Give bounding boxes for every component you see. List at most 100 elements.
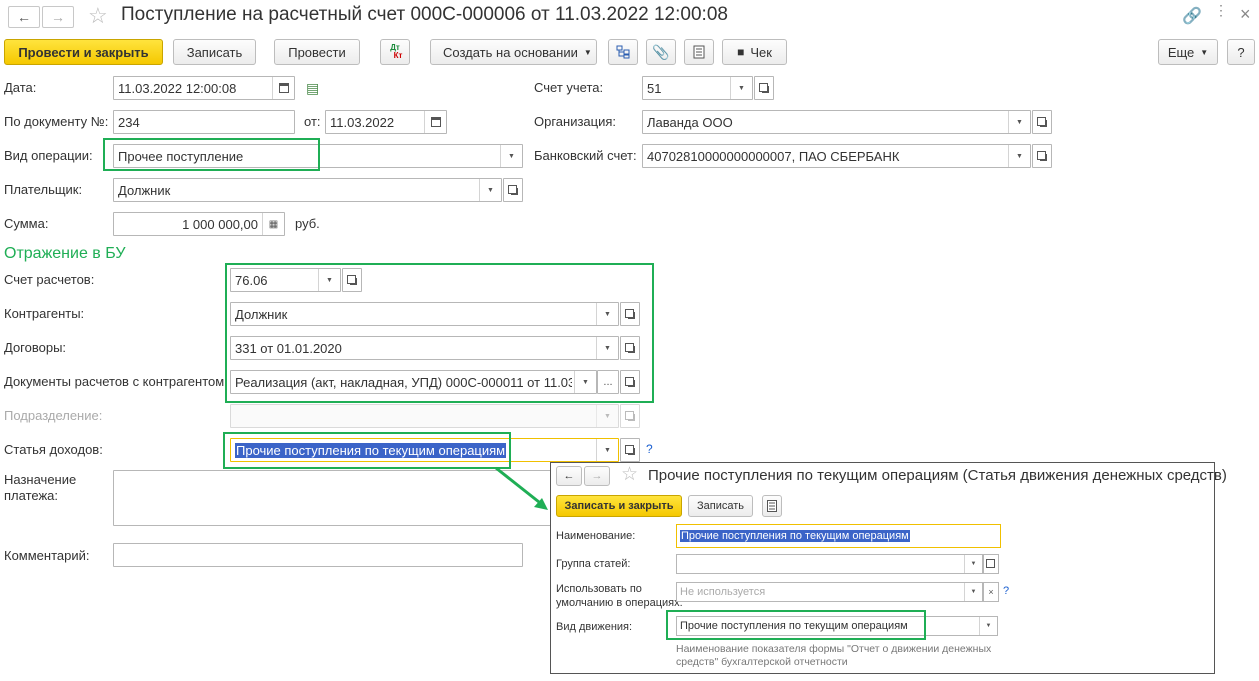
chevron-down-icon[interactable]: ▼ [596, 439, 618, 461]
date-value: 11.03.2022 12:00:08 [118, 81, 237, 96]
popup-save-button[interactable]: Записать [688, 495, 753, 517]
post-button[interactable]: Провести [274, 39, 360, 65]
purpose-textarea[interactable] [113, 470, 553, 526]
save-button[interactable]: Записать [173, 39, 256, 65]
chevron-down-icon[interactable]: ▼ [964, 555, 982, 573]
help-link[interactable]: ? [646, 442, 653, 456]
settlement-account-value: 76.06 [235, 273, 268, 288]
chevron-down-icon[interactable]: ▼ [964, 583, 982, 601]
popup-open-group-button[interactable] [983, 554, 999, 574]
popup-name-input[interactable]: Прочие поступления по текущим операциям [676, 524, 1001, 548]
chevron-down-icon[interactable]: ▼ [979, 617, 997, 635]
structure-button[interactable] [608, 39, 638, 65]
contractors-value: Должник [235, 307, 288, 322]
contractors-label: Контрагенты: [4, 306, 85, 321]
popup-movement-label: Вид движения: [556, 621, 633, 633]
open-organization-button[interactable] [1032, 110, 1052, 134]
create-based-on-button[interactable]: Создать на основании ▼ [430, 39, 597, 65]
forward-button[interactable]: → [42, 6, 74, 28]
settlement-account-select[interactable]: 76.06 ▼ [230, 268, 341, 292]
popup-save-close-button[interactable]: Записать и закрыть [556, 495, 682, 517]
sum-input[interactable]: 1 000 000,00 ▦ [113, 212, 285, 236]
chevron-down-icon[interactable]: ▼ [1008, 145, 1030, 167]
bank-account-select[interactable]: 40702810000000000007, ПАО СБЕРБАНК ▼ [642, 144, 1031, 168]
vertical-dots-icon[interactable]: ⋮ [1214, 3, 1228, 17]
open-bank-account-button[interactable] [1032, 144, 1052, 168]
open-income-item-button[interactable] [620, 438, 640, 462]
accounting-section-title: Отражение в БУ [4, 245, 126, 262]
chevron-down-icon[interactable]: ▼ [318, 269, 340, 291]
doc-date-field[interactable]: 11.03.2022 [325, 110, 447, 134]
popup-note-line1: Наименование показателя формы "Отчет о д… [676, 643, 992, 655]
popup-forward-button[interactable]: → [584, 466, 610, 486]
date-field[interactable]: 11.03.2022 12:00:08 [113, 76, 295, 100]
income-item-popup: ← → ☆ Прочие поступления по текущим опер… [550, 462, 1227, 674]
print-button[interactable] [684, 39, 714, 65]
popup-default-select[interactable]: Не используется ▼ [676, 582, 983, 602]
close-icon[interactable]: × [1240, 4, 1251, 25]
popup-help-link[interactable]: ? [1003, 585, 1009, 597]
attach-button[interactable]: 📎 [646, 39, 676, 65]
document-check-icon[interactable]: ▤ [306, 80, 319, 97]
open-contracts-button[interactable] [620, 336, 640, 360]
account-select[interactable]: 51 ▼ [642, 76, 753, 100]
popup-default-label-line1: Использовать по [556, 583, 642, 595]
sum-value: 1 000 000,00 [182, 217, 258, 232]
doc-number-input[interactable]: 234 [113, 110, 295, 134]
chevron-down-icon: ▼ [1200, 47, 1209, 57]
receipt-label: Чек [750, 44, 772, 60]
post-and-close-button[interactable]: Провести и закрыть [4, 39, 163, 65]
popup-group-select[interactable]: ▼ [676, 554, 983, 574]
open-settlement-account-button[interactable] [342, 268, 362, 292]
from-label: от: [304, 114, 321, 129]
comment-input[interactable] [113, 543, 523, 567]
open-icon [346, 274, 357, 285]
popup-back-button[interactable]: ← [556, 466, 582, 486]
popup-title: Прочие поступления по текущим операциям … [648, 467, 1227, 484]
chevron-down-icon[interactable]: ▼ [1008, 111, 1030, 133]
payer-select[interactable]: Должник ▼ [113, 178, 502, 202]
popup-clear-button[interactable]: × [983, 582, 999, 602]
star-icon[interactable]: ☆ [621, 463, 638, 486]
contracts-select[interactable]: 331 от 01.01.2020 ▼ [230, 336, 619, 360]
settlement-documents-select[interactable]: Реализация (акт, накладная, УПД) 000С-00… [230, 370, 597, 394]
star-icon[interactable]: ☆ [88, 3, 108, 29]
open-icon [624, 376, 635, 387]
open-icon [1036, 116, 1047, 127]
calculator-icon[interactable]: ▦ [262, 213, 284, 235]
popup-print-button[interactable] [762, 495, 782, 517]
calendar-icon[interactable] [424, 111, 446, 133]
more-button[interactable]: Еще ▼ [1158, 39, 1218, 65]
help-button[interactable]: ? [1227, 39, 1255, 65]
chevron-down-icon[interactable]: ▼ [596, 337, 618, 359]
link-icon[interactable]: 🔗 [1182, 6, 1202, 26]
open-account-button[interactable] [754, 76, 774, 100]
chevron-down-icon[interactable]: ▼ [730, 77, 752, 99]
chevron-down-icon[interactable]: ▼ [596, 303, 618, 325]
organization-select[interactable]: Лаванда ООО ▼ [642, 110, 1031, 134]
open-contractors-button[interactable] [620, 302, 640, 326]
paperclip-icon: 📎 [652, 43, 670, 60]
select-document-button[interactable]: ... [597, 370, 619, 394]
popup-movement-select[interactable]: Прочие поступления по текущим операциям … [676, 616, 998, 636]
operation-type-select[interactable]: Прочее поступление ▼ [113, 144, 523, 168]
calendar-icon[interactable] [272, 77, 294, 99]
settlement-account-label: Счет расчетов: [4, 272, 95, 287]
dt-kt-button[interactable]: Дт Кт [380, 39, 410, 65]
contracts-label: Договоры: [4, 340, 67, 355]
comment-label: Комментарий: [4, 548, 90, 563]
open-payer-button[interactable] [503, 178, 523, 202]
ellipsis-icon: ... [603, 376, 613, 388]
popup-name-value-wrap: Прочие поступления по текущим операциям [680, 530, 980, 542]
date-label: Дата: [4, 80, 37, 95]
back-button[interactable]: ← [8, 6, 40, 28]
settlement-documents-value: Реализация (акт, накладная, УПД) 000С-00… [235, 375, 572, 390]
receipt-button[interactable]: ■ Чек [722, 39, 787, 65]
chevron-down-icon[interactable]: ▼ [479, 179, 501, 201]
contractors-select[interactable]: Должник ▼ [230, 302, 619, 326]
chevron-down-icon[interactable]: ▼ [574, 371, 596, 393]
open-settlement-document-button[interactable] [620, 370, 640, 394]
chevron-down-icon[interactable]: ▼ [500, 145, 522, 167]
account-label: Счет учета: [534, 80, 604, 95]
income-item-select[interactable]: Прочие поступления по текущим операциям … [230, 438, 619, 462]
